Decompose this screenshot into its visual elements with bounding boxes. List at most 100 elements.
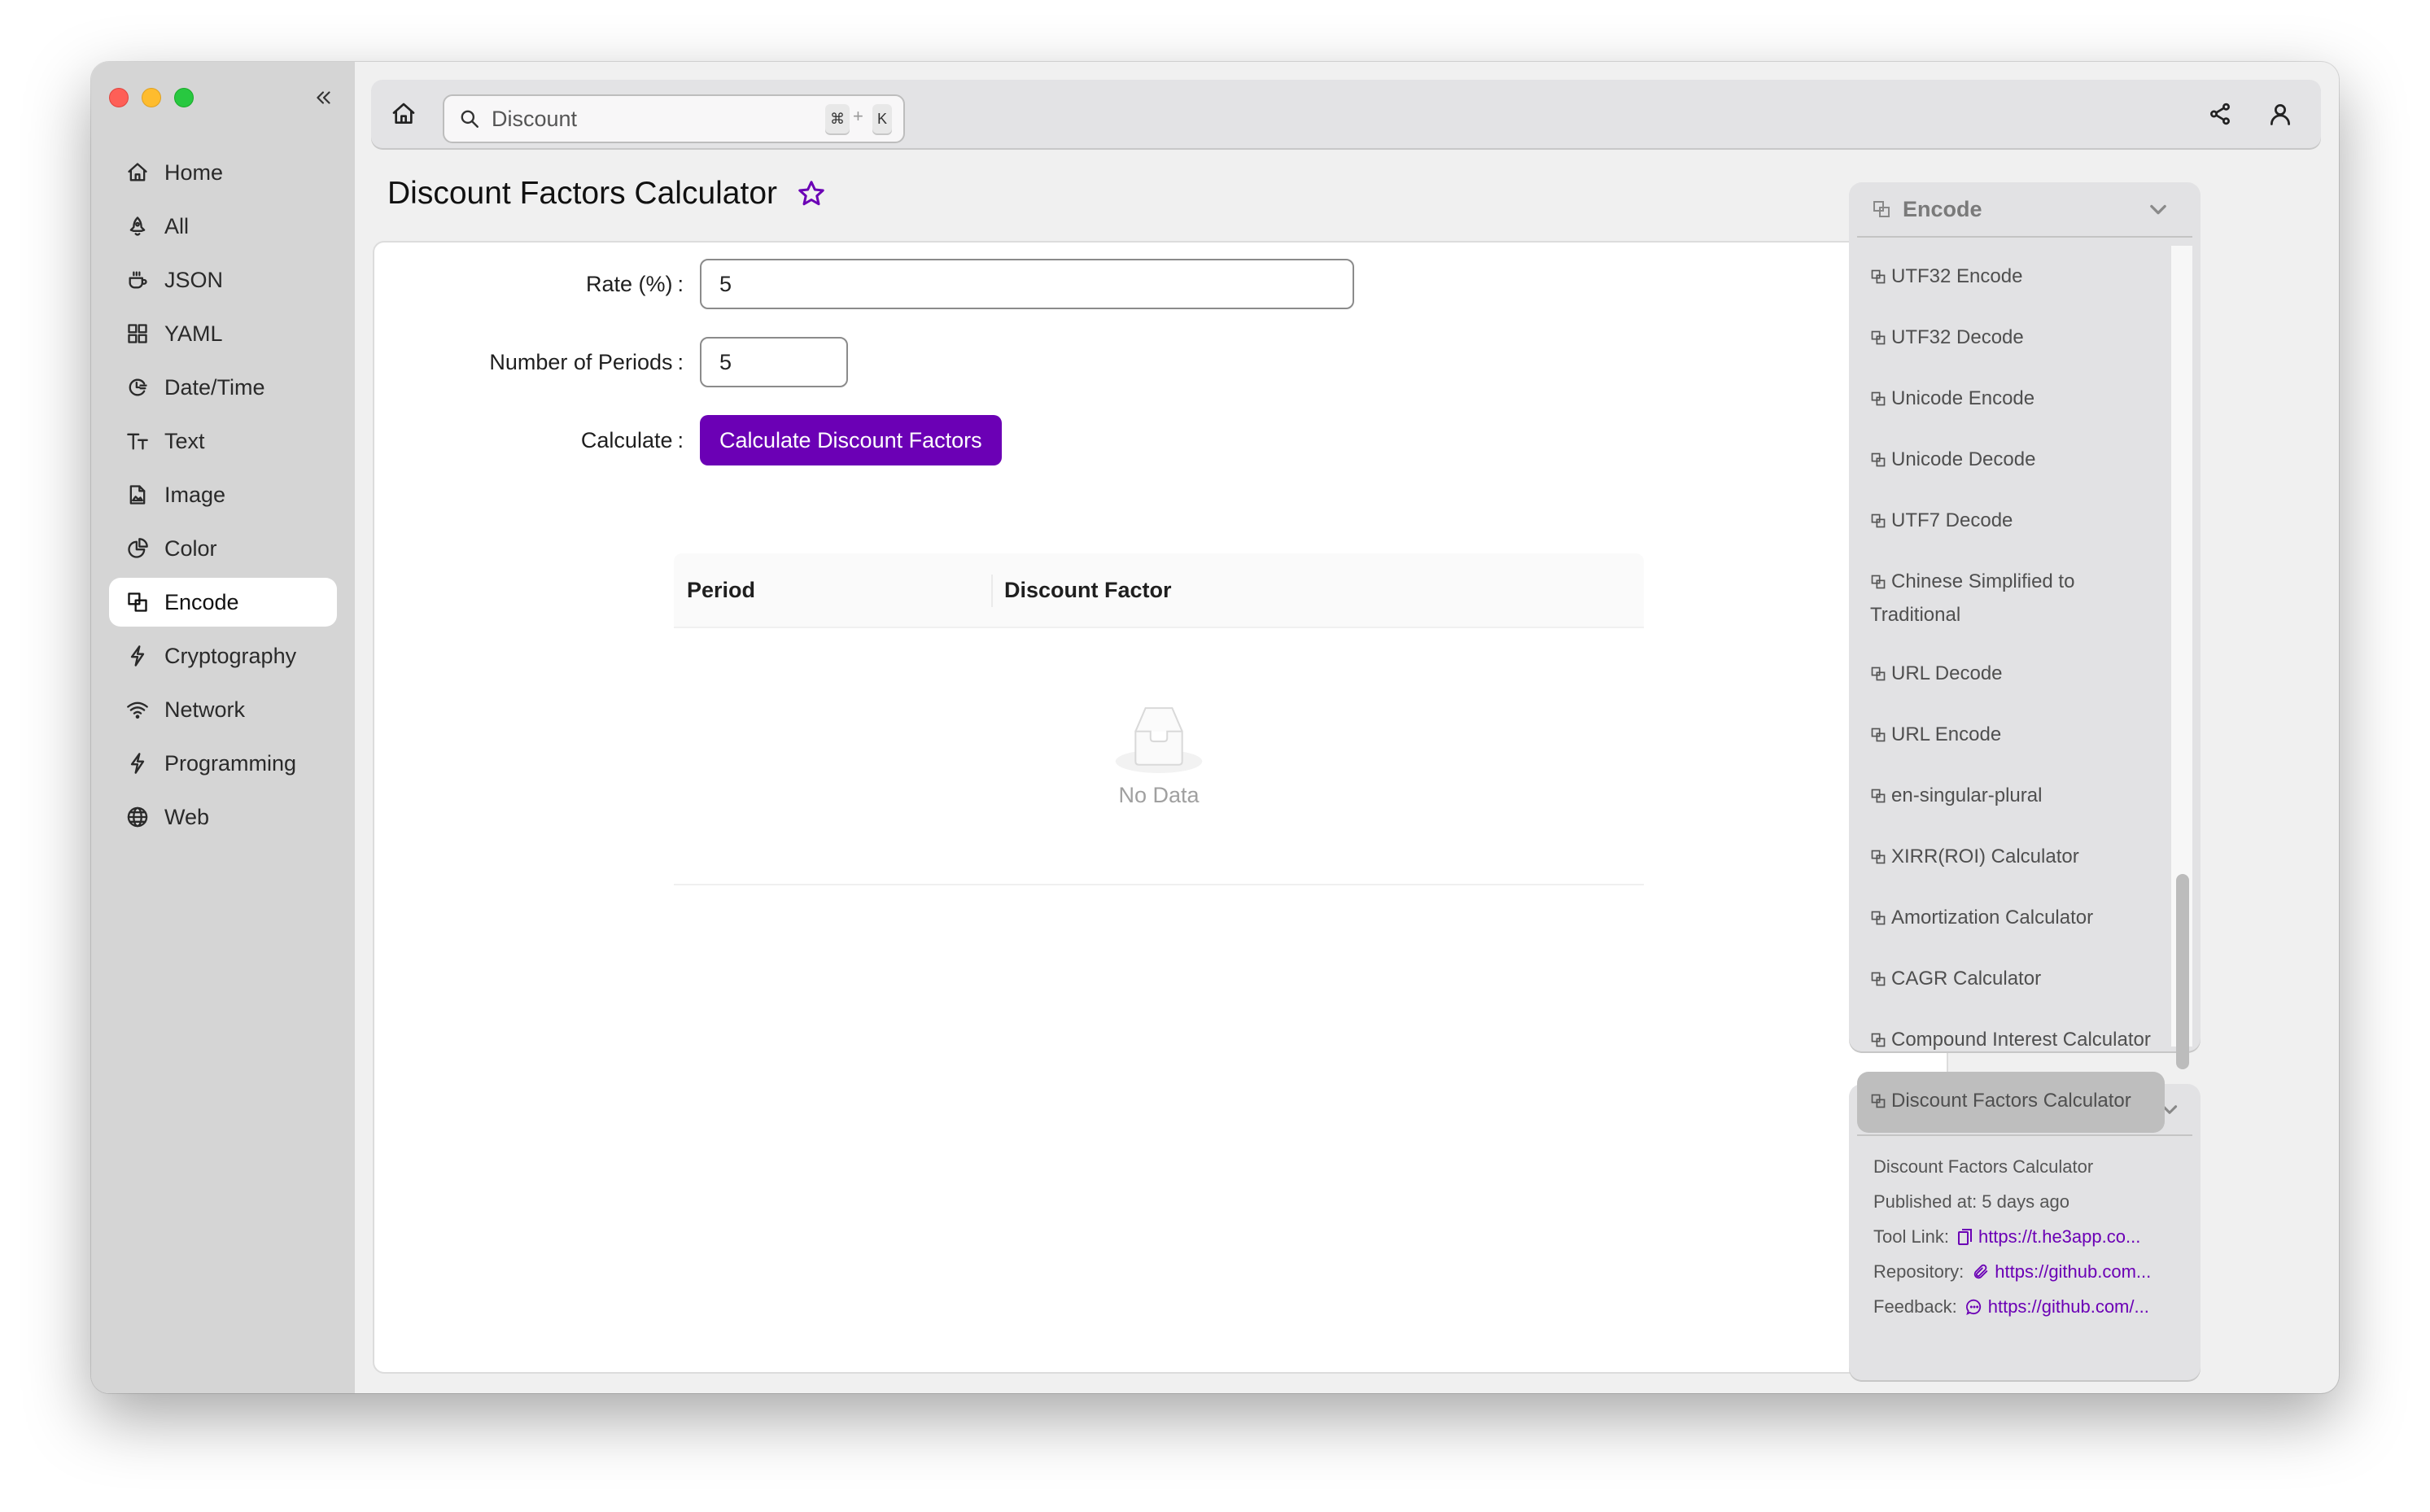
tool-name: Discount Factors Calculator <box>1873 1156 2094 1177</box>
overlap-squares-icon <box>125 590 150 614</box>
page-title-text: Discount Factors Calculator <box>387 176 778 211</box>
column-divider <box>991 575 993 607</box>
periods-label: Number of Periods: <box>489 349 684 374</box>
tool-list-item-label: Chinese Simplified to Traditional <box>1870 570 2075 626</box>
calculate-discount-factors-button[interactable]: Calculate Discount Factors <box>700 415 1002 465</box>
calculate-row: Calculate: Calculate Discount Factors <box>374 415 1002 465</box>
home-icon <box>392 103 415 124</box>
feedback-link[interactable]: https://github.com/... <box>1957 1296 2149 1318</box>
sidebar-item-datetime[interactable]: Date/Time <box>109 363 337 412</box>
repository-link[interactable]: https://github.com... <box>1964 1261 2151 1283</box>
overlap-squares-icon <box>1873 201 1890 217</box>
sidebar-item-image[interactable]: Image <box>109 470 337 519</box>
chevron-down-icon <box>2150 204 2166 215</box>
tool-list-item[interactable]: en-singular-plural <box>1857 767 2165 828</box>
tool-list-item[interactable]: Compound Interest Calculator <box>1857 1011 2165 1072</box>
periods-row: Number of Periods: <box>374 337 848 387</box>
user-icon <box>2270 104 2290 125</box>
toolbar: ⌘ + K <box>371 80 2321 148</box>
tool-list-item-label: UTF32 Decode <box>1891 326 2024 348</box>
rate-input[interactable] <box>719 271 1353 297</box>
overlap-squares-icon <box>1870 1088 1886 1119</box>
category-dropdown[interactable]: Encode <box>1857 182 2192 238</box>
overlap-squares-icon <box>1870 783 1886 814</box>
sidebar-item-encode[interactable]: Encode <box>109 578 337 627</box>
search-icon <box>461 110 479 128</box>
sidebar-item-label: YAML <box>164 321 223 346</box>
user-button[interactable] <box>2262 96 2298 132</box>
tool-list-item[interactable]: URL Encode <box>1857 706 2165 767</box>
tool-link[interactable]: https://t.he3app.co... <box>1949 1226 2140 1248</box>
minimize-window-button[interactable] <box>142 88 161 107</box>
tool-list-item[interactable]: Unicode Encode <box>1857 369 2165 430</box>
tool-list-item[interactable]: Chinese Simplified to Traditional <box>1857 553 2165 645</box>
sidebar-item-json[interactable]: JSON <box>109 256 337 304</box>
tool-list-item[interactable]: Discount Factors Calculator <box>1857 1072 2165 1133</box>
shortcut-plus: + <box>853 106 863 126</box>
sidebar-item-label: Network <box>164 697 246 722</box>
shortcut-key-k: K <box>872 104 893 133</box>
tool-list-item-label: UTF32 Encode <box>1891 265 2023 287</box>
overlap-squares-icon <box>1870 447 1886 478</box>
tool-list-item-label: Discount Factors Calculator <box>1891 1090 2131 1112</box>
lightning-icon <box>125 644 150 668</box>
calculate-label: Calculate: <box>580 427 684 452</box>
sidebar-item-yaml[interactable]: YAML <box>109 309 337 358</box>
overlap-squares-icon <box>1870 844 1886 875</box>
overlap-squares-icon <box>1870 722 1886 753</box>
close-window-button[interactable] <box>109 88 129 107</box>
sidebar-item-programming[interactable]: Programming <box>109 739 337 788</box>
home-button[interactable] <box>384 94 423 133</box>
overlap-squares-icon <box>1870 386 1886 417</box>
overlap-squares-icon <box>1870 264 1886 295</box>
sidebar-item-home[interactable]: Home <box>109 148 337 197</box>
pie-chart-icon <box>125 536 150 561</box>
app-window: Home All JSON YAML Date/Time Text Image … <box>91 62 2339 1393</box>
tool-list-item-label: Unicode Encode <box>1891 387 2035 409</box>
tool-link-row: Tool Link: https://t.he3app.co... <box>1873 1219 2201 1254</box>
tool-list-item[interactable]: UTF32 Decode <box>1857 308 2165 369</box>
tool-list-item[interactable]: Amortization Calculator <box>1857 889 2165 950</box>
tool-list-item[interactable]: Unicode Decode <box>1857 430 2165 492</box>
empty-inbox-icon <box>1115 706 1203 773</box>
maximize-window-button[interactable] <box>174 88 194 107</box>
image-file-icon <box>125 483 150 507</box>
overlap-squares-icon <box>1870 325 1886 356</box>
share-button[interactable] <box>2202 96 2238 132</box>
sidebar-item-label: Color <box>164 535 217 561</box>
share-icon <box>2210 103 2230 125</box>
sidebar-item-web[interactable]: Web <box>109 793 337 841</box>
sidebar-item-label: Web <box>164 804 210 829</box>
periods-input[interactable] <box>719 349 846 375</box>
favorite-button[interactable] <box>797 177 829 210</box>
tool-list-item-label: URL Decode <box>1891 662 2003 684</box>
tool-list-item[interactable]: UTF32 Encode <box>1857 247 2165 308</box>
tool-list-item-label: Compound Interest Calculator <box>1891 1029 2151 1051</box>
tool-list-item[interactable]: CAGR Calculator <box>1857 950 2165 1011</box>
page-title: Discount Factors Calculator <box>387 176 829 212</box>
feedback-label: Feedback: <box>1873 1296 1957 1317</box>
scrollbar-thumb[interactable] <box>2176 874 2189 1069</box>
search-box[interactable]: ⌘ + K <box>443 94 905 143</box>
sidebar: Home All JSON YAML Date/Time Text Image … <box>91 62 355 1393</box>
tool-list-item[interactable]: URL Decode <box>1857 645 2165 706</box>
collapse-sidebar-button[interactable] <box>309 83 339 112</box>
sidebar-item-network[interactable]: Network <box>109 685 337 734</box>
sidebar-item-color[interactable]: Color <box>109 524 337 573</box>
sidebar-item-all[interactable]: All <box>109 202 337 251</box>
sidebar-item-cryptography[interactable]: Cryptography <box>109 631 337 680</box>
text-size-icon <box>125 429 150 453</box>
sidebar-item-label: JSON <box>164 267 224 292</box>
sidebar-item-text[interactable]: Text <box>109 417 337 465</box>
rate-field[interactable] <box>700 259 1354 309</box>
column-header-period[interactable]: Period <box>674 578 991 603</box>
periods-field[interactable] <box>700 337 848 387</box>
search-input[interactable] <box>492 106 801 132</box>
clock-icon <box>125 375 150 400</box>
tool-list-item-label: XIRR(ROI) Calculator <box>1891 846 2079 867</box>
column-header-discount-factor[interactable]: Discount Factor <box>991 578 1172 603</box>
tool-list-item[interactable]: UTF7 Decode <box>1857 492 2165 553</box>
tool-list-item[interactable]: XIRR(ROI) Calculator <box>1857 828 2165 889</box>
overlap-squares-icon <box>1870 569 1886 600</box>
sidebar-item-label: Text <box>164 428 205 453</box>
